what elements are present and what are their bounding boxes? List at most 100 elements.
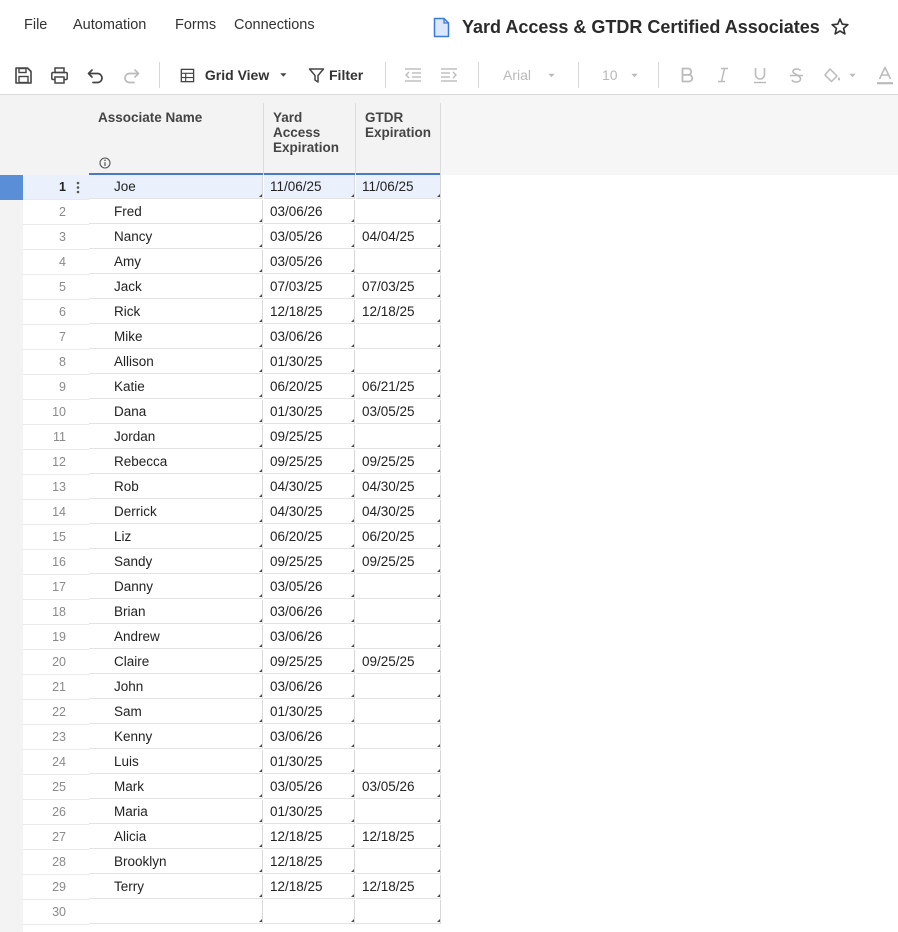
row-selection-handle[interactable] [0,825,23,850]
cell-associate-name[interactable]: Nancy [89,225,263,249]
cell-gtdr-expiration[interactable] [356,600,441,624]
cell-gtdr-expiration[interactable]: 09/25/25 [356,650,441,674]
cell-gtdr-expiration[interactable] [356,725,441,749]
row-number-cell[interactable]: 5 [23,275,89,300]
cell-associate-name[interactable]: Andrew [89,625,263,649]
cell-gtdr-expiration[interactable]: 04/30/25 [356,475,441,499]
cell-gtdr-expiration[interactable] [356,575,441,599]
cell-associate-name[interactable]: John [89,675,263,699]
table-row[interactable]: 30 [0,900,441,925]
row-selection-handle[interactable] [0,700,23,725]
row-selection-handle[interactable] [0,450,23,475]
row-number-cell[interactable]: 18 [23,600,89,625]
row-selection-handle[interactable] [0,250,23,275]
table-row[interactable]: 27 Alicia 12/18/25 12/18/25 [0,825,441,850]
table-row[interactable]: 26 Maria 01/30/25 [0,800,441,825]
cell-gtdr-expiration[interactable] [356,200,441,224]
table-row[interactable]: 10 Dana 01/30/25 03/05/25 [0,400,441,425]
table-row[interactable]: 4 Amy 03/05/26 [0,250,441,275]
row-number-cell[interactable]: 30 [23,900,89,925]
table-row[interactable]: 6 Rick 12/18/25 12/18/25 [0,300,441,325]
row-number-cell[interactable]: 10 [23,400,89,425]
redo-button[interactable] [121,64,141,86]
cell-associate-name[interactable]: Joe [89,175,263,199]
row-menu-icon[interactable] [76,181,80,194]
cell-gtdr-expiration[interactable] [356,900,441,924]
row-number-cell[interactable]: 8 [23,350,89,375]
cell-associate-name[interactable]: Fred [89,200,263,224]
cell-gtdr-expiration[interactable] [356,700,441,724]
row-number-cell[interactable]: 11 [23,425,89,450]
cell-gtdr-expiration[interactable]: 11/06/25 [356,175,441,199]
row-number-cell[interactable]: 15 [23,525,89,550]
column-divider[interactable] [263,103,264,175]
table-row[interactable]: 16 Sandy 09/25/25 09/25/25 [0,550,441,575]
cell-yard-access-expiration[interactable]: 12/18/25 [264,875,355,899]
cell-yard-access-expiration[interactable]: 07/03/25 [264,275,355,299]
table-row[interactable]: 29 Terry 12/18/25 12/18/25 [0,875,441,900]
menu-connections[interactable]: Connections [234,17,315,33]
cell-associate-name[interactable]: Katie [89,375,263,399]
table-row[interactable]: 17 Danny 03/05/26 [0,575,441,600]
cell-gtdr-expiration[interactable] [356,850,441,874]
row-selection-handle[interactable] [0,550,23,575]
table-row[interactable]: 1 Joe 11/06/25 11/06/25 [0,175,441,200]
row-selection-handle[interactable] [0,525,23,550]
cell-gtdr-expiration[interactable] [356,425,441,449]
row-number-cell[interactable]: 24 [23,750,89,775]
row-selection-handle[interactable] [0,275,23,300]
star-icon[interactable] [830,17,850,37]
menu-file[interactable]: File [24,17,47,33]
cell-yard-access-expiration[interactable]: 09/25/25 [264,550,355,574]
cell-yard-access-expiration[interactable]: 12/18/25 [264,300,355,324]
row-number-cell[interactable]: 14 [23,500,89,525]
cell-associate-name[interactable]: Danny [89,575,263,599]
table-row[interactable]: 12 Rebecca 09/25/25 09/25/25 [0,450,441,475]
table-row[interactable]: 11 Jordan 09/25/25 [0,425,441,450]
cell-gtdr-expiration[interactable] [356,675,441,699]
menu-automation[interactable]: Automation [73,17,146,33]
row-number-cell[interactable]: 4 [23,250,89,275]
table-row[interactable]: 8 Allison 01/30/25 [0,350,441,375]
cell-associate-name[interactable]: Jack [89,275,263,299]
row-number-cell[interactable]: 21 [23,675,89,700]
cell-gtdr-expiration[interactable]: 03/05/26 [356,775,441,799]
row-selection-handle[interactable] [0,600,23,625]
cell-gtdr-expiration[interactable]: 12/18/25 [356,300,441,324]
cell-associate-name[interactable] [89,900,263,924]
row-number-cell[interactable]: 9 [23,375,89,400]
row-selection-handle[interactable] [0,400,23,425]
cell-associate-name[interactable]: Kenny [89,725,263,749]
cell-gtdr-expiration[interactable] [356,625,441,649]
cell-associate-name[interactable]: Derrick [89,500,263,524]
filter-button[interactable]: Filter [308,64,364,86]
row-number-cell[interactable]: 3 [23,225,89,250]
row-number-cell[interactable]: 28 [23,850,89,875]
cell-gtdr-expiration[interactable] [356,350,441,374]
cell-yard-access-expiration[interactable]: 01/30/25 [264,800,355,824]
view-selector[interactable]: Grid View [180,64,288,86]
cell-yard-access-expiration[interactable]: 06/20/25 [264,375,355,399]
cell-associate-name[interactable]: Alicia [89,825,263,849]
table-row[interactable]: 23 Kenny 03/06/26 [0,725,441,750]
row-number-cell[interactable]: 13 [23,475,89,500]
column-divider[interactable] [355,103,356,175]
outdent-button[interactable] [403,64,422,86]
cell-yard-access-expiration[interactable]: 12/18/25 [264,850,355,874]
cell-yard-access-expiration[interactable]: 03/05/26 [264,225,355,249]
cell-associate-name[interactable]: Dana [89,400,263,424]
cell-associate-name[interactable]: Brian [89,600,263,624]
table-row[interactable]: 18 Brian 03/06/26 [0,600,441,625]
italic-button[interactable] [715,64,731,86]
cell-yard-access-expiration[interactable]: 01/30/25 [264,350,355,374]
cell-yard-access-expiration[interactable]: 04/30/25 [264,500,355,524]
row-selection-handle[interactable] [0,575,23,600]
row-selection-handle[interactable] [0,200,23,225]
info-icon[interactable] [99,157,111,169]
cell-gtdr-expiration[interactable]: 09/25/25 [356,450,441,474]
font-size-select[interactable]: 10 [602,64,642,86]
cell-yard-access-expiration[interactable]: 03/06/26 [264,625,355,649]
cell-associate-name[interactable]: Mark [89,775,263,799]
cell-gtdr-expiration[interactable]: 12/18/25 [356,825,441,849]
row-number-cell[interactable]: 23 [23,725,89,750]
